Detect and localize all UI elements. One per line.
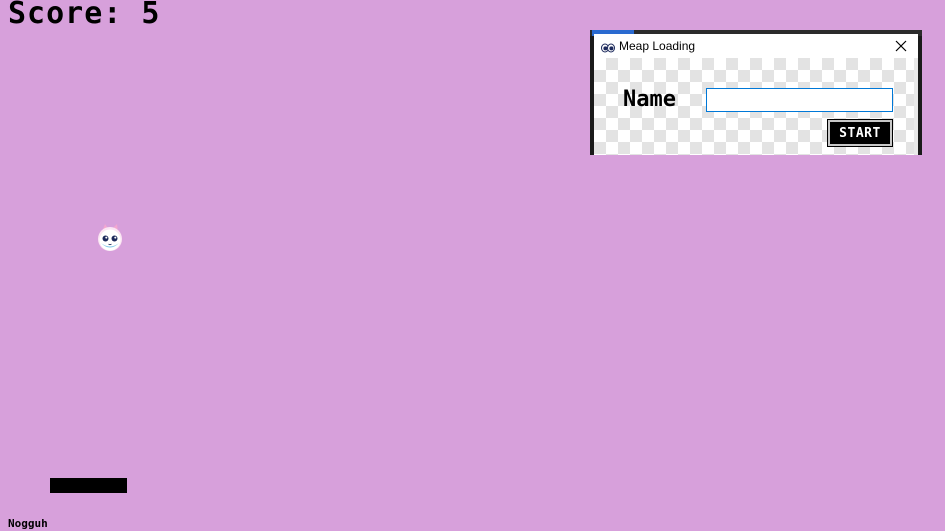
close-button[interactable] (884, 34, 918, 58)
name-input[interactable] (706, 88, 893, 112)
dialog-client-area: Name START (594, 58, 914, 155)
close-icon (895, 37, 907, 56)
start-button[interactable]: START (827, 119, 893, 147)
score-display: Score: 5 (8, 0, 161, 31)
dialog-right-edge (914, 58, 918, 155)
dialog-title: Meap Loading (619, 39, 696, 53)
dialog-titlebar[interactable]: Meap Loading (594, 34, 918, 58)
meap-loading-window: Meap Loading Name START (590, 30, 922, 155)
credit-text: Nogguh (8, 517, 48, 530)
eyes-icon (600, 39, 616, 53)
player-paddle[interactable] (50, 478, 127, 493)
name-label: Name (623, 87, 676, 112)
cat-face-ball-icon (95, 223, 125, 253)
dialog-frame: Meap Loading Name START (594, 34, 918, 155)
